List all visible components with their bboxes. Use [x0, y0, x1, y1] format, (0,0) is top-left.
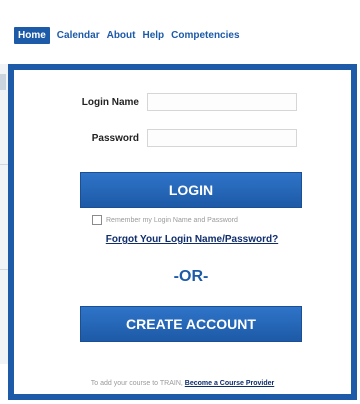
nav-competencies[interactable]: Competencies — [171, 30, 239, 41]
top-navigation: Home Calendar About Help Competencies — [0, 0, 360, 64]
remember-me[interactable]: Remember my Login Name and Password — [92, 215, 238, 225]
password-row: Password — [14, 127, 351, 149]
login-name-row: Login Name — [14, 91, 351, 113]
login-name-label: Login Name — [81, 96, 139, 108]
login-name-input[interactable] — [147, 93, 297, 111]
nav-home-tab[interactable]: Home — [14, 26, 50, 44]
password-input[interactable] — [147, 129, 297, 147]
become-course-provider-link[interactable]: Become a Course Provider — [185, 380, 274, 387]
nav-bar: Home Calendar About Help Competencies — [14, 26, 240, 44]
nav-help[interactable]: Help — [142, 30, 164, 41]
login-panel-body: Login Name Password LOGIN Remember my Lo… — [14, 70, 351, 394]
remember-checkbox[interactable] — [92, 215, 102, 225]
nav-calendar[interactable]: Calendar — [57, 30, 100, 41]
footer-text: To add your course to TRAIN, Become a Co… — [14, 380, 351, 387]
left-fragment-line — [0, 164, 8, 165]
forgot-credentials-link[interactable]: Forgot Your Login Name/Password? — [92, 234, 292, 245]
login-panel: Login Name Password LOGIN Remember my Lo… — [8, 64, 357, 400]
left-fragment-line — [0, 269, 8, 270]
remember-label: Remember my Login Name and Password — [106, 216, 238, 224]
nav-about[interactable]: About — [107, 30, 136, 41]
left-fragment-mark — [0, 74, 6, 90]
password-label: Password — [91, 132, 139, 144]
create-account-button[interactable]: CREATE ACCOUNT — [80, 306, 302, 342]
login-button[interactable]: LOGIN — [80, 172, 302, 208]
footer-prefix: To add your course to TRAIN, — [90, 380, 183, 387]
or-divider: -OR- — [173, 268, 209, 285]
